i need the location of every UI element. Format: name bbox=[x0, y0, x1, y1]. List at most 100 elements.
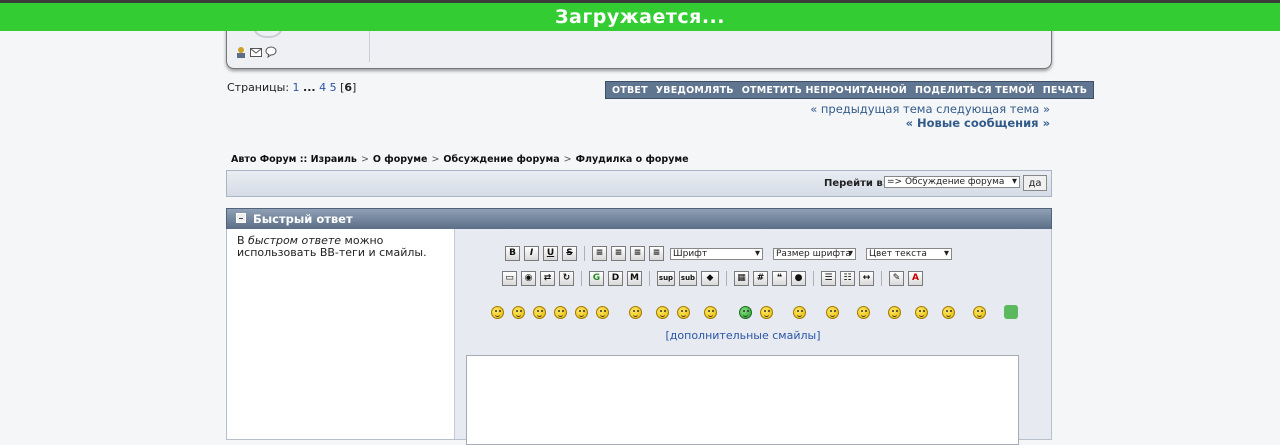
font-size-select[interactable]: Размер шрифта bbox=[773, 247, 856, 260]
breadcrumb-separator: > bbox=[360, 154, 369, 165]
hash-button[interactable]: # bbox=[753, 271, 768, 286]
more-smilies-link[interactable]: [дополнительные смайлы] bbox=[455, 329, 1031, 342]
message-icon[interactable] bbox=[265, 46, 277, 59]
smiley-icon[interactable] bbox=[629, 305, 642, 319]
smiley-icon[interactable] bbox=[888, 305, 901, 319]
underline-button[interactable]: U bbox=[543, 246, 558, 261]
font-select[interactable]: Шрифт bbox=[670, 247, 763, 260]
breadcrumb-item-home[interactable]: Авто Форум :: Израиль bbox=[231, 154, 357, 165]
smiley-icon[interactable] bbox=[512, 305, 525, 319]
smiley-icon[interactable] bbox=[677, 305, 690, 319]
jump-bar: Перейти в: => Обсуждение форума да bbox=[226, 170, 1052, 197]
swap-icon[interactable]: ⇄ bbox=[540, 271, 555, 286]
toolbar-separator bbox=[881, 271, 882, 286]
mail-icon[interactable] bbox=[250, 46, 262, 58]
subscript-button[interactable]: sub bbox=[679, 271, 697, 286]
topic-action-bar: ОТВЕТ УВЕДОМЛЯТЬ ОТМЕТИТЬ НЕПРОЧИТАННОЙ … bbox=[605, 81, 1095, 99]
breadcrumb-item-flood[interactable]: Флудилка о форуме bbox=[576, 154, 689, 165]
strike-button[interactable]: S bbox=[562, 246, 577, 261]
page-current: 6 bbox=[344, 81, 353, 94]
topic-navigation: « предыдущая тема следующая тема » « Нов… bbox=[810, 102, 1050, 130]
breadcrumb-separator: > bbox=[563, 154, 572, 165]
mark-unread-button[interactable]: ОТМЕТИТЬ НЕПРОЧИТАННОЙ bbox=[742, 85, 907, 96]
page-link-5[interactable]: 5 bbox=[330, 81, 337, 94]
bold-button[interactable]: B bbox=[505, 246, 520, 261]
editor-panel: B I U S ≡ ≡ ≡ ≡ Шрифт Размер шрифта Цвет… bbox=[455, 229, 1051, 445]
profile-divider bbox=[369, 28, 370, 62]
smiley-green-icon[interactable] bbox=[739, 305, 752, 319]
page-ellipsis: ... bbox=[303, 81, 316, 94]
smiley-icon[interactable] bbox=[942, 305, 955, 319]
translit-icon[interactable]: ✎ bbox=[889, 271, 904, 286]
collapse-icon[interactable] bbox=[236, 213, 246, 223]
toolbar-row-1: B I U S ≡ ≡ ≡ ≡ Шрифт Размер шрифта Цвет… bbox=[505, 246, 952, 261]
smiley-icon[interactable] bbox=[533, 305, 546, 319]
page-link-1[interactable]: 1 bbox=[293, 81, 300, 94]
smiley-icon[interactable] bbox=[704, 305, 717, 319]
page-link-4[interactable]: 4 bbox=[319, 81, 326, 94]
smiley-icon[interactable] bbox=[793, 305, 806, 319]
smiley-icon[interactable] bbox=[973, 305, 986, 319]
align-center-icon[interactable]: ≡ bbox=[611, 246, 626, 261]
smiley-icon[interactable] bbox=[491, 305, 504, 319]
smiley-icon[interactable] bbox=[596, 305, 609, 319]
align-justify-icon[interactable]: ≡ bbox=[630, 246, 645, 261]
toolbar-separator bbox=[726, 271, 727, 286]
superscript-button[interactable]: sup bbox=[657, 271, 675, 286]
toolbar-separator bbox=[649, 271, 650, 286]
quote-icon[interactable]: ❝ bbox=[772, 271, 787, 286]
breadcrumb-item-about[interactable]: О форуме bbox=[373, 154, 428, 165]
toolbar-row-2: ▭ ◉ ⇄ ↻ G D M sup sub ◆ ▦ # ❝ ● ☰ ☷ ↔ ✎ … bbox=[502, 271, 923, 286]
quick-reply-note: В быстром ответе можно использовать BB-т… bbox=[237, 235, 437, 259]
message-textarea[interactable] bbox=[466, 355, 1019, 445]
jump-go-button[interactable]: да bbox=[1023, 175, 1047, 191]
notify-button[interactable]: УВЕДОМЛЯТЬ bbox=[656, 85, 734, 96]
table-icon[interactable]: ▦ bbox=[734, 271, 749, 286]
jump-select[interactable]: => Обсуждение форума bbox=[884, 176, 1020, 188]
eraser-icon[interactable]: ◆ bbox=[701, 271, 719, 286]
breadcrumb: Авто Форум :: Израиль > О форуме > Обсуж… bbox=[231, 154, 689, 165]
prev-next-topic-link[interactable]: « предыдущая тема следующая тема » bbox=[810, 102, 1050, 116]
jump-label: Перейти в: bbox=[824, 178, 887, 189]
smilies-row bbox=[491, 305, 1018, 319]
smiley-icon[interactable] bbox=[554, 305, 567, 319]
refresh-icon[interactable]: ↻ bbox=[559, 271, 574, 286]
print-button[interactable]: ПЕЧАТЬ bbox=[1043, 85, 1087, 96]
bullet-list-icon[interactable]: ☰ bbox=[821, 271, 836, 286]
smiley-icon[interactable] bbox=[656, 305, 669, 319]
smiley-icon[interactable] bbox=[826, 305, 839, 319]
pagination-label: Страницы: bbox=[227, 81, 290, 94]
italic-button[interactable]: I bbox=[524, 246, 539, 261]
smiley-icon[interactable] bbox=[760, 305, 773, 319]
breadcrumb-item-discussion[interactable]: Обсуждение форума bbox=[443, 154, 559, 165]
text-color-select[interactable]: Цвет текста bbox=[866, 247, 952, 260]
pagination: Страницы: 1 ... 4 5 [6] bbox=[227, 81, 357, 94]
align-right-icon[interactable]: ≡ bbox=[649, 246, 664, 261]
smiley-icon[interactable] bbox=[915, 305, 928, 319]
link-globe-icon[interactable]: ◉ bbox=[521, 271, 536, 286]
numbered-list-icon[interactable]: ☷ bbox=[840, 271, 855, 286]
reply-button[interactable]: ОТВЕТ bbox=[612, 85, 648, 96]
thumbs-up-icon[interactable] bbox=[1004, 305, 1018, 319]
font-color-button[interactable]: A bbox=[908, 271, 923, 286]
toolbar-separator bbox=[584, 246, 585, 261]
toolbar-separator bbox=[813, 271, 814, 286]
breadcrumb-separator: > bbox=[431, 154, 440, 165]
quick-reply-info: В быстром ответе можно использовать BB-т… bbox=[227, 229, 455, 439]
quick-reply-header: Быстрый ответ bbox=[226, 208, 1052, 230]
new-messages-link[interactable]: « Новые сообщения » bbox=[810, 116, 1050, 130]
share-topic-button[interactable]: ПОДЕЛИТЬСЯ ТЕМОЙ bbox=[915, 85, 1035, 96]
toolbar-separator bbox=[581, 271, 582, 286]
quick-reply-body: В быстром ответе можно использовать BB-т… bbox=[226, 229, 1052, 445]
flash-icon[interactable]: D bbox=[608, 271, 623, 286]
align-left-icon[interactable]: ≡ bbox=[592, 246, 607, 261]
image-icon[interactable]: ▭ bbox=[502, 271, 517, 286]
smiley-icon[interactable] bbox=[857, 305, 870, 319]
quick-reply-title: Быстрый ответ bbox=[253, 212, 353, 226]
media-icon[interactable]: M bbox=[627, 271, 642, 286]
profile-user-icon[interactable] bbox=[235, 46, 247, 58]
horizontal-rule-icon[interactable]: ↔ bbox=[859, 271, 874, 286]
smiley-icon[interactable] bbox=[575, 305, 588, 319]
spoiler-icon[interactable]: ● bbox=[791, 271, 806, 286]
google-button[interactable]: G bbox=[589, 271, 604, 286]
